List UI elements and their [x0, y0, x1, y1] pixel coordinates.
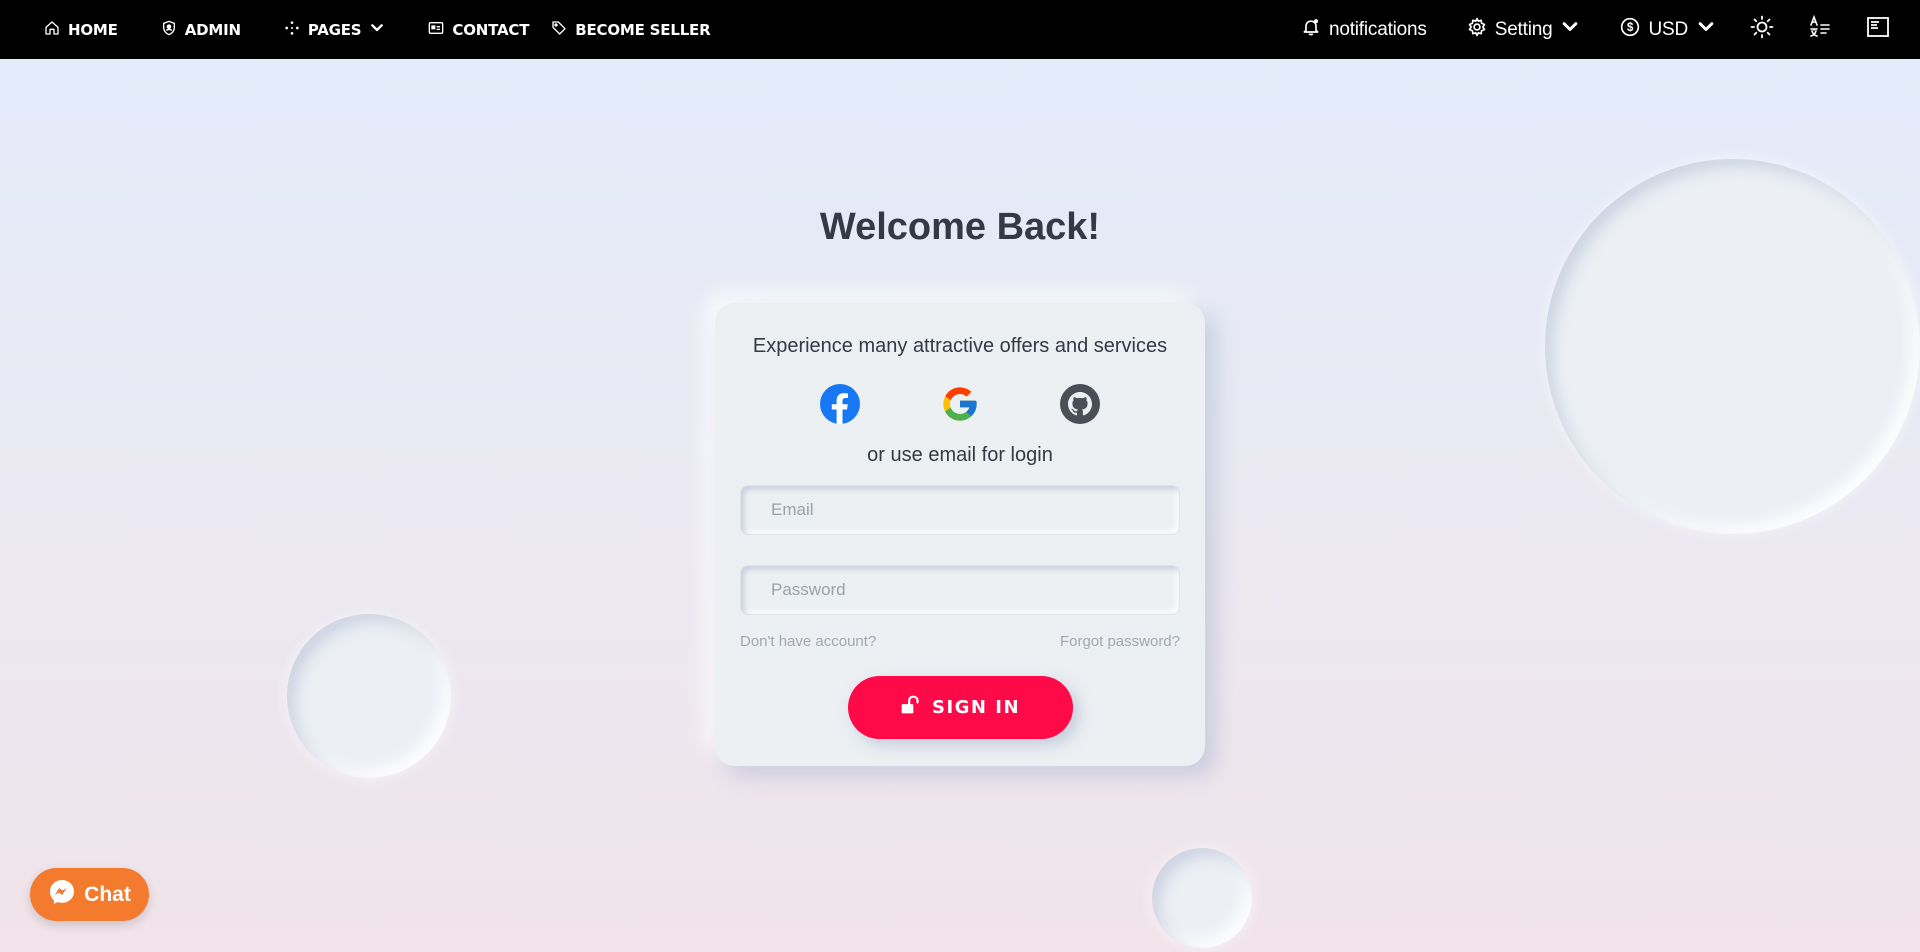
nav-home-label: HOME: [68, 20, 118, 39]
github-icon: [1060, 384, 1100, 428]
chat-label: Chat: [84, 882, 131, 906]
panel-icon: [1866, 15, 1890, 45]
email-login-hint: or use email for login: [867, 444, 1053, 466]
nav-setting-label: Setting: [1494, 18, 1553, 40]
theme-toggle-button[interactable]: [1750, 15, 1774, 45]
register-link[interactable]: Don't have account?: [740, 633, 876, 650]
chat-button[interactable]: Chat: [30, 868, 149, 921]
email-input[interactable]: [741, 486, 1179, 534]
contact-card-icon: [428, 20, 444, 40]
facebook-icon: [820, 384, 860, 428]
nav-setting[interactable]: Setting: [1467, 17, 1581, 43]
nav-left-group: HOME ADMIN PAGES CONTACT BECOME SELLER: [44, 0, 753, 59]
decorative-bubble-small: [1152, 848, 1252, 948]
decorative-bubble-medium: [287, 614, 451, 778]
language-toggle-button[interactable]: [1808, 14, 1832, 45]
nav-admin[interactable]: ADMIN: [161, 20, 241, 40]
sign-in-label: SIGN IN: [931, 697, 1021, 718]
sun-icon: [1750, 15, 1774, 45]
messenger-icon: [48, 878, 76, 912]
nav-become-seller-label: BECOME SELLER: [575, 20, 711, 39]
svg-text:$: $: [1627, 21, 1634, 34]
nav-notifications[interactable]: notifications: [1301, 17, 1427, 43]
chevron-down-icon: [1696, 17, 1716, 43]
sign-in-button[interactable]: SIGN IN: [847, 676, 1073, 739]
nav-pages[interactable]: PAGES: [284, 20, 386, 40]
forgot-password-link[interactable]: Forgot password?: [1060, 633, 1180, 650]
auth-links: Don't have account? Forgot password?: [740, 633, 1180, 650]
nav-notifications-label: notifications: [1328, 18, 1427, 40]
github-login-button[interactable]: [1060, 384, 1100, 424]
password-input[interactable]: [741, 566, 1179, 614]
nav-currency-label: USD: [1648, 18, 1688, 40]
google-login-button[interactable]: [940, 384, 980, 424]
login-card: Experience many attractive offers and se…: [715, 303, 1205, 766]
nav-contact-label: CONTACT: [452, 20, 530, 39]
top-navbar: HOME ADMIN PAGES CONTACT BECOME SELLER n…: [0, 0, 1920, 59]
nav-admin-label: ADMIN: [184, 20, 241, 39]
nav-home[interactable]: HOME: [44, 20, 118, 40]
email-field-wrapper: [740, 485, 1180, 535]
chevron-down-icon: [369, 20, 385, 40]
nav-currency[interactable]: $ USD: [1620, 17, 1716, 43]
nav-pages-label: PAGES: [307, 20, 362, 39]
password-field-wrapper: [740, 565, 1180, 615]
page-title: Welcome Back!: [819, 206, 1101, 248]
social-login-group: [740, 384, 1180, 424]
unlock-icon: [900, 695, 920, 720]
gear-icon: [1467, 17, 1487, 43]
facebook-login-button[interactable]: [820, 384, 860, 424]
google-icon: [940, 387, 980, 428]
nav-become-seller[interactable]: BECOME SELLER: [551, 20, 711, 40]
sidebar-toggle-button[interactable]: [1866, 15, 1890, 45]
pages-icon: [284, 20, 300, 40]
login-subtitle: Experience many attractive offers and se…: [752, 335, 1168, 357]
home-icon: [44, 20, 60, 40]
nav-contact[interactable]: CONTACT: [428, 20, 529, 40]
bell-icon: [1301, 17, 1321, 43]
dollar-circle-icon: $: [1620, 17, 1640, 43]
chevron-down-icon: [1560, 17, 1580, 43]
nav-right-group: notifications Setting $ USD: [1261, 0, 1890, 59]
translate-icon: [1808, 14, 1832, 45]
tag-icon: [551, 20, 567, 40]
admin-shield-icon: [161, 20, 177, 40]
